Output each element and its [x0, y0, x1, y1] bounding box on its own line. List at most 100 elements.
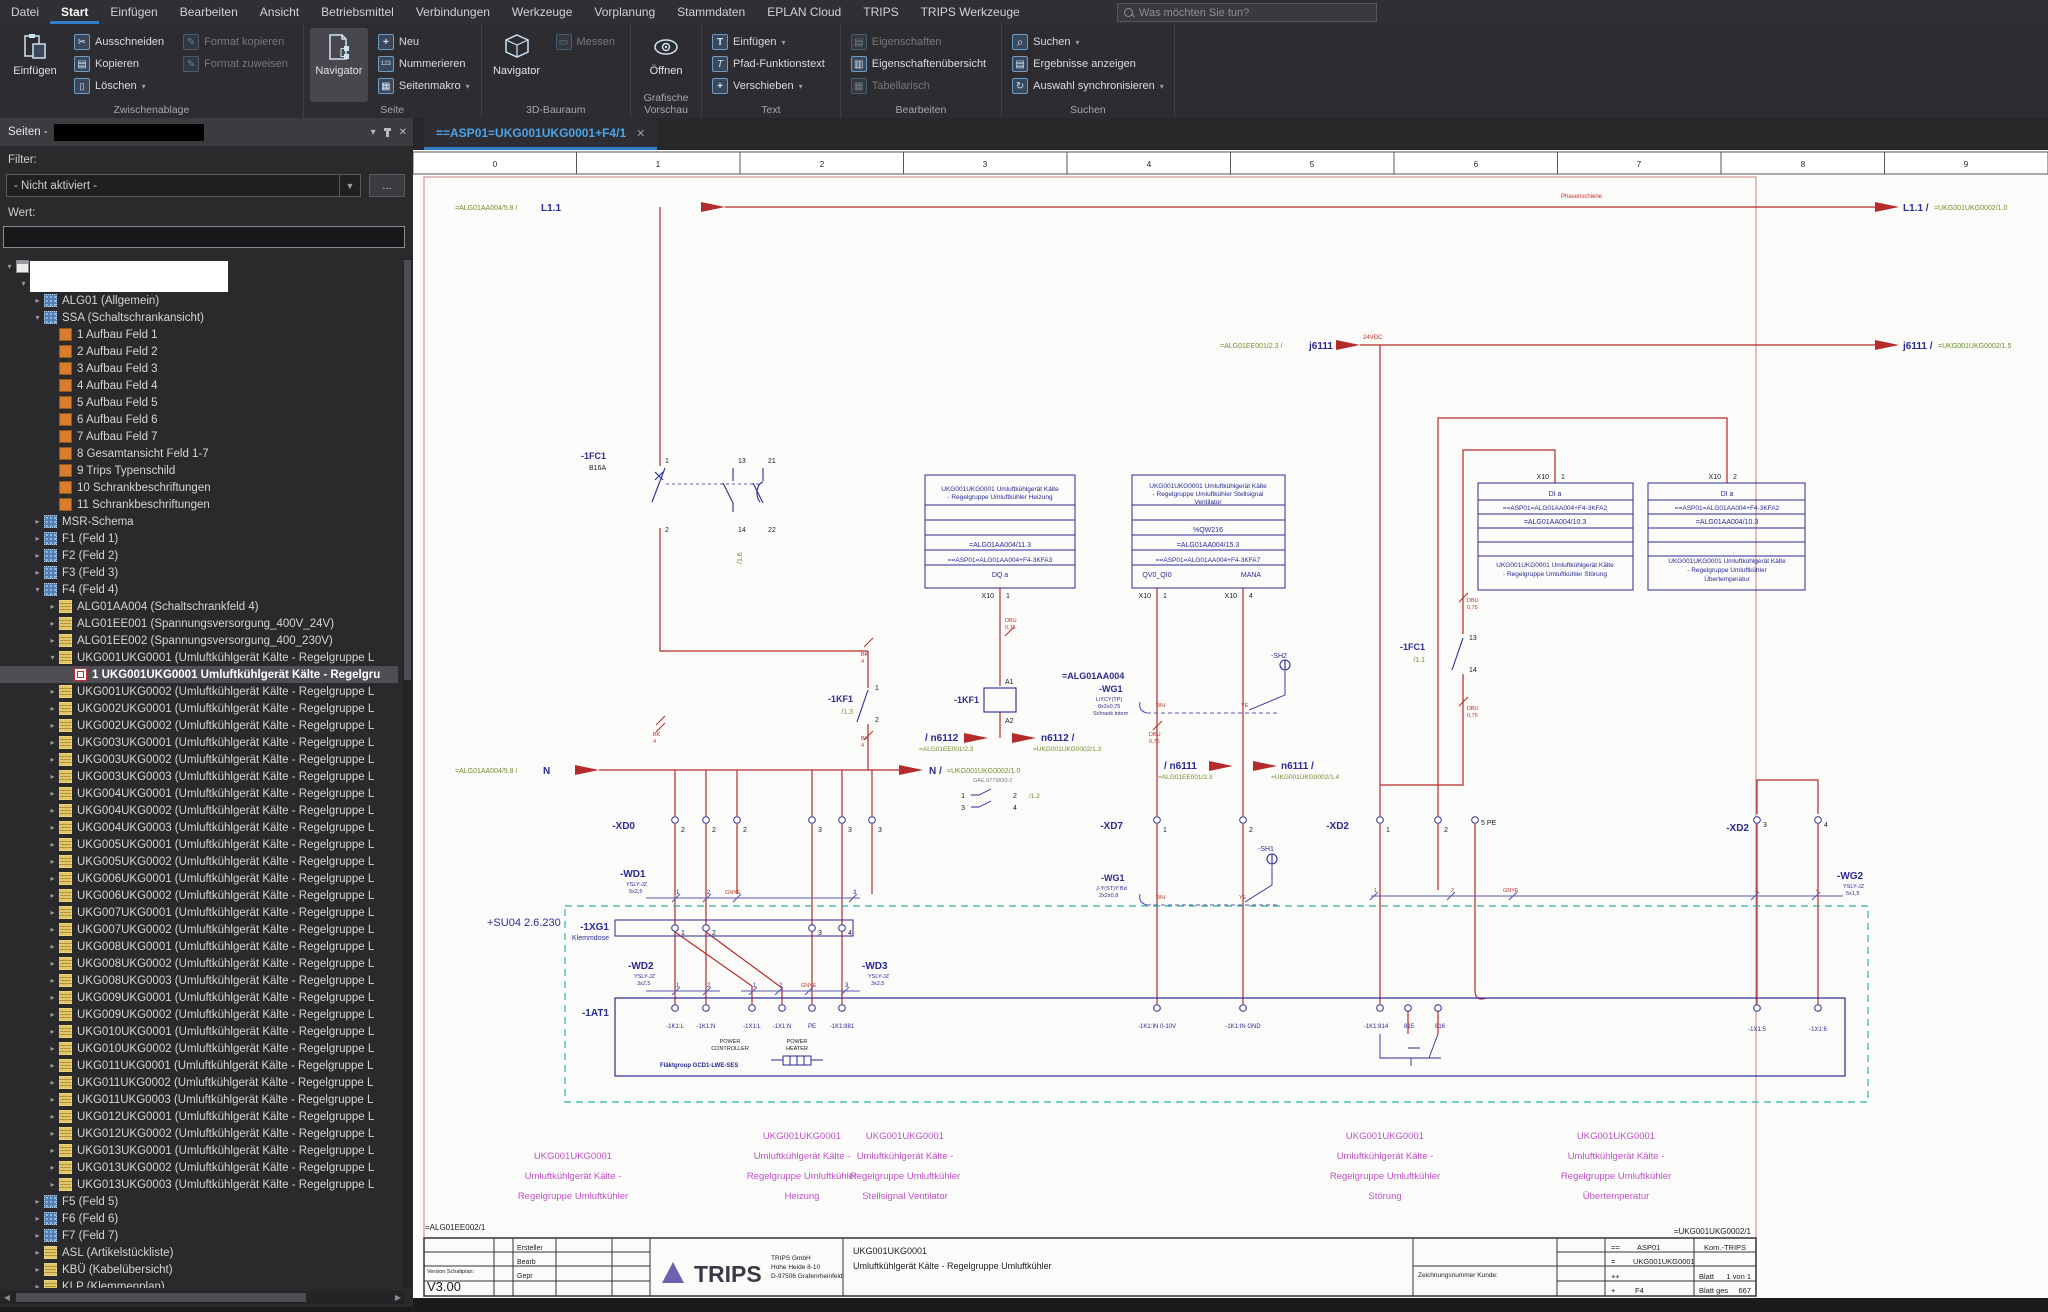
tree-expand-arrow[interactable]: ▸ [47, 619, 58, 628]
tree-row[interactable]: ▸ UKG004UKG0003 (Umluftkühlgerät Kälte -… [0, 819, 398, 836]
pin-icon[interactable] [383, 127, 391, 137]
tree-expand-arrow[interactable]: ▸ [47, 1027, 58, 1036]
schematic-canvas[interactable]: 0 1 2 3 4 5 6 7 8 9 =ALG01AA004/5.8 / L1.1 Phasensch… [412, 150, 2048, 1307]
tree-expand-arrow[interactable]: ▸ [32, 1265, 43, 1274]
menu-item[interactable]: Start [50, 0, 99, 24]
menu-item[interactable]: Datei [0, 0, 50, 24]
tree-expand-arrow[interactable]: ▾ [18, 279, 29, 288]
ribbon-small-button[interactable]: Ergebnisse anzeigen [1008, 54, 1168, 74]
tree-row[interactable]: 1 UKG001UKG0001 Umluftkühlgerät Kälte - … [0, 666, 398, 683]
menu-item[interactable]: TRIPS [852, 0, 909, 24]
tree-row[interactable]: 10 Schrankbeschriftungen [0, 479, 398, 496]
menu-item[interactable]: Ansicht [249, 0, 310, 24]
tree-expand-arrow[interactable]: ▸ [47, 993, 58, 1002]
tree-row[interactable]: ▸ UKG013UKG0003 (Umluftkühlgerät Kälte -… [0, 1176, 398, 1193]
ribbon-small-button[interactable]: Einfügen▾ [708, 32, 834, 52]
tree-row[interactable]: ▸ KBÜ (Kabelübersicht) [0, 1261, 398, 1278]
ribbon-small-button[interactable]: Eigenschaftenübersicht [847, 54, 995, 74]
tree-expand-arrow[interactable]: ▸ [47, 1180, 58, 1189]
quick-search-box[interactable]: Was möchten Sie tun? [1117, 3, 1377, 22]
tree-expand-arrow[interactable]: ▾ [4, 262, 15, 271]
tree-row[interactable]: ▸ ASL (Artikelstückliste) [0, 1244, 398, 1261]
tree-expand-arrow[interactable]: ▸ [32, 1282, 43, 1288]
tree-row[interactable]: ▸ UKG011UKG0003 (Umluftkühlgerät Kälte -… [0, 1091, 398, 1108]
ribbon-small-button[interactable]: Nummerieren [374, 54, 475, 74]
tree-row[interactable]: ▸ UKG001UKG0002 (Umluftkühlgerät Kälte -… [0, 683, 398, 700]
menu-item[interactable]: Werkzeuge [501, 0, 583, 24]
wert-input[interactable] [3, 226, 405, 248]
tree-row[interactable]: ▸ UKG009UKG0001 (Umluftkühlgerät Kälte -… [0, 989, 398, 1006]
panel-close-icon[interactable]: ✕ [399, 127, 407, 138]
tree-expand-arrow[interactable]: ▸ [32, 517, 43, 526]
tree-row[interactable]: ▸ UKG004UKG0001 (Umluftkühlgerät Kälte -… [0, 785, 398, 802]
filter-dropdown[interactable]: - Nicht aktiviert - ▼ [6, 174, 361, 197]
tree-expand-arrow[interactable]: ▸ [32, 568, 43, 577]
tree-expand-arrow[interactable]: ▸ [32, 1214, 43, 1223]
tree-row[interactable]: ▸ UKG005UKG0002 (Umluftkühlgerät Kälte -… [0, 853, 398, 870]
paste-button[interactable]: Einfügen [6, 28, 64, 102]
tree-expand-arrow[interactable]: ▸ [47, 721, 58, 730]
menu-item[interactable]: Verbindungen [405, 0, 501, 24]
tree-expand-arrow[interactable]: ▸ [47, 772, 58, 781]
tree-row[interactable]: ▸ UKG012UKG0001 (Umluftkühlgerät Kälte -… [0, 1108, 398, 1125]
tree-expand-arrow[interactable]: ▸ [47, 806, 58, 815]
ribbon-small-button[interactable]: Seitenmakro▾ [374, 76, 475, 96]
tree-row[interactable]: ▸ F5 (Feld 5) [0, 1193, 398, 1210]
tree-expand-arrow[interactable]: ▸ [32, 534, 43, 543]
tree-expand-arrow[interactable]: ▸ [32, 1197, 43, 1206]
chevron-down-icon[interactable]: ▼ [339, 175, 360, 196]
tree-expand-arrow[interactable]: ▸ [32, 296, 43, 305]
tree-row[interactable]: ▸ UKG010UKG0002 (Umluftkühlgerät Kälte -… [0, 1040, 398, 1057]
scroll-left-icon[interactable]: ◀ [0, 1293, 14, 1302]
tree-expand-arrow[interactable]: ▸ [47, 636, 58, 645]
tree-row[interactable]: ▸ ALG01EE002 (Spannungsversorgung_400_23… [0, 632, 398, 649]
tree-row[interactable]: ▸ UKG004UKG0002 (Umluftkühlgerät Kälte -… [0, 802, 398, 819]
tab-close-icon[interactable]: ✕ [636, 127, 645, 140]
tree-row[interactable]: ▸ F3 (Feld 3) [0, 564, 398, 581]
tree-horizontal-scrollbar[interactable]: ◀ ▶ [0, 1291, 405, 1304]
tree-row[interactable]: ▸ UKG008UKG0002 (Umluftkühlgerät Kälte -… [0, 955, 398, 972]
tree-expand-arrow[interactable]: ▸ [32, 1248, 43, 1257]
tree-row[interactable]: ▸ UKG013UKG0002 (Umluftkühlgerät Kälte -… [0, 1159, 398, 1176]
scrollbar-thumb[interactable] [16, 1293, 306, 1302]
tree-row[interactable]: ▸ UKG012UKG0002 (Umluftkühlgerät Kälte -… [0, 1125, 398, 1142]
ribbon-small-button[interactable]: Auswahl synchronisieren▾ [1008, 76, 1168, 96]
tree-row[interactable]: ▾ UKG001UKG0001 (Umluftkühlgerät Kälte -… [0, 649, 398, 666]
menu-item[interactable]: Vorplanung [583, 0, 666, 24]
menu-item[interactable]: TRIPS Werkzeuge [910, 0, 1031, 24]
tree-row[interactable]: 1 Aufbau Feld 1 [0, 326, 398, 343]
tree-expand-arrow[interactable]: ▸ [47, 976, 58, 985]
tree-row[interactable]: 8 Gesamtansicht Feld 1-7 [0, 445, 398, 462]
tree-expand-arrow[interactable]: ▾ [47, 653, 58, 662]
ribbon-small-button[interactable]: Eigenschaften [847, 32, 995, 52]
ribbon-small-button[interactable]: Ausschneiden [70, 32, 173, 52]
panel-header[interactable]: Seiten - ▾ ✕ [0, 118, 413, 146]
tree-row[interactable]: ▸ UKG007UKG0002 (Umluftkühlgerät Kälte -… [0, 921, 398, 938]
menu-item[interactable]: EPLAN Cloud [756, 0, 852, 24]
tree-row[interactable]: 2 Aufbau Feld 2 [0, 343, 398, 360]
tree-expand-arrow[interactable]: ▸ [47, 1112, 58, 1121]
tree-expand-arrow[interactable]: ▸ [47, 874, 58, 883]
tree-expand-arrow[interactable]: ▸ [32, 551, 43, 560]
panel-dropdown-icon[interactable]: ▾ [371, 127, 376, 138]
tree-row[interactable]: ▸ ALG01EE001 (Spannungsversorgung_400V_2… [0, 615, 398, 632]
tree-expand-arrow[interactable]: ▸ [47, 1078, 58, 1087]
tree-row[interactable]: 9 Trips Typenschild [0, 462, 398, 479]
tree-expand-arrow[interactable]: ▸ [47, 823, 58, 832]
ribbon-small-button[interactable]: Messen [552, 32, 625, 52]
tree-row[interactable]: ▸ UKG007UKG0001 (Umluftkühlgerät Kälte -… [0, 904, 398, 921]
tree-expand-arrow[interactable]: ▸ [47, 755, 58, 764]
open-preview-button[interactable]: Öffnen [637, 28, 695, 102]
tree-row[interactable]: ▸ F6 (Feld 6) [0, 1210, 398, 1227]
tree-row[interactable]: ▸ F7 (Feld 7) [0, 1227, 398, 1244]
tree-expand-arrow[interactable]: ▾ [32, 585, 43, 594]
tree-row[interactable]: 5 Aufbau Feld 5 [0, 394, 398, 411]
tree-row[interactable]: ▸ UKG003UKG0003 (Umluftkühlgerät Kälte -… [0, 768, 398, 785]
tree-expand-arrow[interactable]: ▸ [47, 942, 58, 951]
menu-item[interactable]: Einfügen [99, 0, 168, 24]
tree-row[interactable]: ▸ F2 (Feld 2) [0, 547, 398, 564]
ribbon-small-button[interactable]: Kopieren [70, 54, 173, 74]
ribbon-small-button[interactable]: Neu [374, 32, 475, 52]
ribbon-small-button[interactable]: Tabellarisch [847, 76, 995, 96]
ribbon-small-button[interactable]: Suchen▾ [1008, 32, 1168, 52]
